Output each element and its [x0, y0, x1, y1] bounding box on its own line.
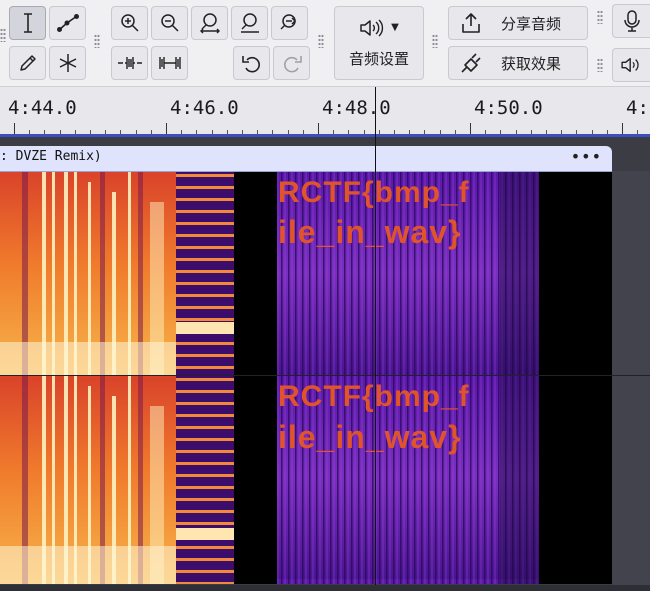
- zoom-out-button[interactable]: [151, 6, 188, 40]
- draw-tool-button[interactable]: [9, 46, 46, 80]
- audio-setup-button[interactable]: ▼ 音频设置: [334, 6, 424, 80]
- timeline-ruler[interactable]: 4:44.0 4:46.0 4:48.0 4:50.0 4:: [0, 87, 650, 135]
- plug-icon: [461, 53, 481, 73]
- multi-tool-button[interactable]: [49, 46, 86, 80]
- clip-menu-button[interactable]: •••: [571, 147, 602, 166]
- ruler-tick-label: 4:46.0: [170, 97, 239, 119]
- pencil-icon: [19, 55, 36, 71]
- microphone-icon: [623, 10, 640, 32]
- zoom-in-icon: [120, 14, 139, 32]
- zoom-in-button[interactable]: [111, 6, 148, 40]
- ruler-tick-label: 4:44.0: [8, 97, 77, 119]
- zoom-fit-selection-icon: [199, 13, 220, 34]
- envelope-tool-icon: [56, 14, 79, 32]
- playhead[interactable]: [375, 87, 376, 591]
- ruler-tick-label: 4:50.0: [474, 97, 543, 119]
- audio-setup-icon-row: ▼: [359, 18, 399, 38]
- chevron-down-icon: ▼: [391, 22, 399, 33]
- track-right-gutter: [612, 171, 650, 591]
- speaker-icon: [360, 18, 384, 37]
- silence-audio-icon: [158, 57, 181, 69]
- trim-audio-button[interactable]: [111, 46, 148, 80]
- multi-tool-icon: [59, 54, 76, 72]
- redo-icon: [283, 56, 302, 73]
- redo-button[interactable]: [273, 46, 310, 80]
- track-bottom-border: [0, 585, 650, 591]
- hidden-message-line1: RCTF{bmp_f: [278, 380, 470, 413]
- get-effects-button[interactable]: 获取效果: [448, 46, 588, 80]
- share-audio-button[interactable]: 分享音频: [448, 6, 588, 40]
- share-upload-icon: [462, 13, 480, 33]
- fit-selection-button[interactable]: [191, 6, 228, 40]
- track-area: : DVZE Remix) ••• RCTF{bmp_f ile_in_wav}…: [0, 137, 650, 591]
- toolbar-grip[interactable]: [0, 28, 6, 42]
- silence-audio-button[interactable]: [151, 46, 188, 80]
- share-audio-label: 分享音频: [501, 14, 562, 33]
- undo-icon: [241, 56, 260, 73]
- toolbar-grip[interactable]: [318, 34, 324, 48]
- get-effects-label: 获取效果: [501, 54, 562, 73]
- hidden-message-line2: ile_in_wav}: [278, 214, 462, 250]
- ruler-tick-label: 4:48.0: [322, 97, 391, 119]
- clip-header[interactable]: : DVZE Remix) •••: [0, 146, 612, 172]
- toolbar-grip[interactable]: [94, 34, 100, 48]
- zoom-toggle-icon: [280, 14, 296, 30]
- ruler-tick-label: 4:: [626, 97, 649, 119]
- record-meter-button[interactable]: [612, 4, 650, 38]
- spectrogram-channel-left[interactable]: RCTF{bmp_f ile_in_wav}: [0, 172, 612, 375]
- toolbar-grip[interactable]: [597, 10, 603, 24]
- selection-tool-button[interactable]: [9, 6, 46, 40]
- playback-meter-button[interactable]: [612, 48, 650, 82]
- audio-setup-label: 音频设置: [348, 49, 409, 68]
- toolbar-grip[interactable]: [597, 58, 603, 72]
- spectrogram-channel-right[interactable]: RCTF{bmp_f ile_in_wav}: [0, 376, 612, 584]
- zoom-out-icon: [160, 14, 179, 32]
- fit-project-button[interactable]: [231, 6, 268, 40]
- i-beam-cursor-icon: [23, 13, 32, 33]
- hidden-message-line2: ile_in_wav}: [278, 419, 462, 455]
- zoom-fit-project-icon: [240, 13, 259, 33]
- zoom-toggle-button[interactable]: [271, 6, 308, 40]
- toolbar-grip[interactable]: [432, 34, 438, 48]
- speaker-icon: [620, 58, 639, 72]
- envelope-tool-button[interactable]: [49, 6, 86, 40]
- channel-divider: [612, 375, 650, 376]
- toolbar: ▼ 音频设置 分享音频 获取效果: [0, 0, 650, 87]
- clip-name[interactable]: : DVZE Remix): [0, 149, 102, 164]
- trim-audio-icon: [117, 57, 142, 69]
- spectrogram-image: RCTF{bmp_f ile_in_wav}: [0, 376, 612, 584]
- hidden-message-line1: RCTF{bmp_f: [278, 176, 470, 209]
- spectrogram-image: RCTF{bmp_f ile_in_wav}: [0, 172, 612, 375]
- undo-button[interactable]: [233, 46, 270, 80]
